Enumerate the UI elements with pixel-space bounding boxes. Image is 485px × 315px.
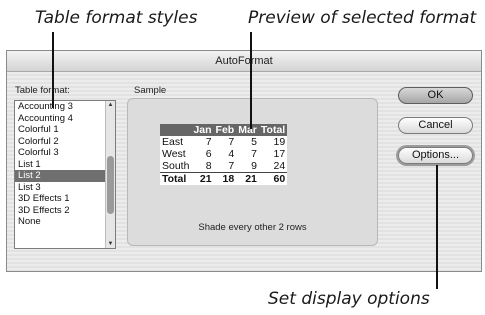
list-item[interactable]: List 3 (15, 182, 106, 194)
table-cell: 6 (205, 148, 212, 160)
table-format-label: Table format: (15, 85, 70, 96)
column-header: Feb (213, 124, 237, 136)
table-cell: 24 (273, 160, 286, 172)
list-item[interactable]: Colorful 1 (15, 124, 106, 136)
list-item[interactable]: 3D Effects 2 (15, 205, 106, 217)
list-item[interactable]: Colorful 2 (15, 136, 106, 148)
scroll-down-icon[interactable]: ▼ (106, 241, 115, 247)
table-cell: 7 (251, 148, 257, 160)
table-cell: East (162, 136, 184, 148)
table-cell: 19 (273, 136, 286, 148)
table-cell: 5 (251, 136, 257, 148)
list-scrollbar[interactable]: ▲ ▼ (105, 101, 115, 248)
table-cell: 9 (251, 160, 257, 172)
column-header: Total (258, 124, 288, 136)
list-item[interactable]: List 1 (15, 159, 106, 171)
table-cell: 4 (228, 148, 235, 160)
callout-table-format-styles: Table format styles (35, 8, 198, 28)
table-row: Total 21 18 21 60 (160, 172, 288, 185)
list-item[interactable]: Accounting 3 (15, 101, 106, 113)
cancel-button[interactable]: Cancel (398, 117, 473, 134)
column-header: Jan (191, 124, 214, 136)
sample-label: Sample (134, 85, 167, 96)
scroll-thumb[interactable] (107, 156, 114, 214)
table-cell: South (162, 160, 190, 172)
table-cell: 18 (213, 172, 237, 185)
table-cell: 21 (236, 172, 259, 185)
sample-caption: Shade every other 2 rows (198, 222, 307, 233)
ok-button[interactable]: OK (398, 87, 473, 104)
leader-line-formats (52, 32, 54, 108)
callout-preview: Preview of selected format (248, 8, 477, 28)
table-cell: 8 (205, 160, 212, 172)
table-cell: 7 (205, 136, 212, 148)
table-cell: 21 (191, 172, 214, 185)
list-item[interactable]: None (15, 216, 106, 228)
table-cell: 7 (228, 160, 235, 172)
table-row: East 7 7 5 19 (160, 136, 287, 148)
leader-line-preview (250, 32, 252, 129)
table-header-row: Jan Feb Mar Total (160, 124, 288, 136)
list-item[interactable]: 3D Effects 1 (15, 193, 106, 205)
table-row: West 6 4 7 17 (160, 148, 287, 160)
list-item[interactable]: Colorful 3 (15, 147, 106, 159)
table-row: South 8 7 9 24 (160, 160, 287, 173)
table-format-items: Accounting 3 Accounting 4 Colorful 1 Colorf… (15, 101, 115, 228)
dialog-title: AutoFormat (7, 51, 481, 72)
column-header (160, 124, 192, 136)
callout-display-options: Set display options (268, 289, 430, 309)
options-button[interactable]: Options... (398, 147, 473, 164)
table-cell: Total (160, 172, 192, 185)
table-cell: 7 (228, 136, 235, 148)
table-cell: 17 (273, 148, 286, 160)
list-item[interactable]: List 2 (15, 170, 106, 182)
sample-table: Jan Feb Mar Total East 7 7 5 19 West 6 4 7 17 South 8 7 9… (160, 124, 288, 185)
list-item[interactable]: Accounting 4 (15, 113, 106, 125)
table-format-list[interactable]: Accounting 3 Accounting 4 Colorful 1 Colorf… (14, 100, 116, 249)
column-header: Mar (236, 124, 259, 136)
table-cell: West (162, 148, 186, 160)
scroll-up-icon[interactable]: ▲ (106, 102, 115, 108)
table-cell: 60 (258, 172, 288, 185)
leader-line-options (436, 165, 438, 289)
